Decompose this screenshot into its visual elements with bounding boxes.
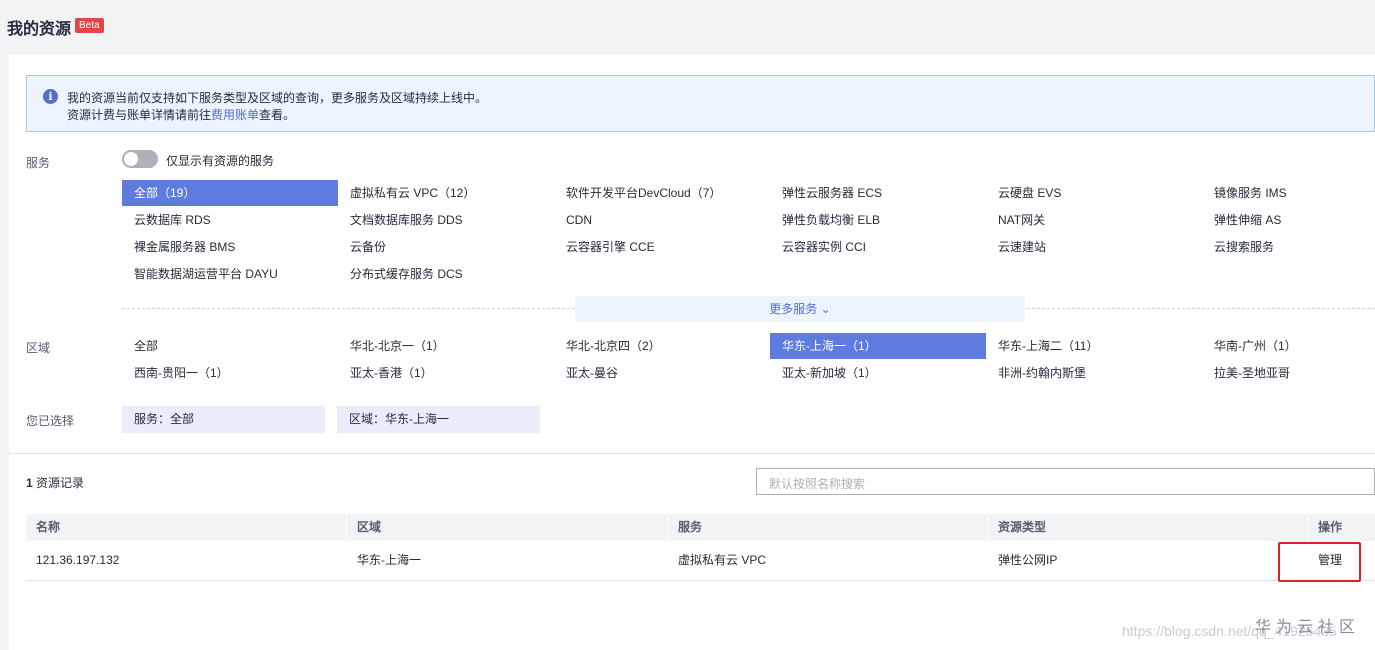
notice-billing-text: 资源计费与账单详情请前往费用账单查看。 <box>67 106 295 123</box>
region-filter-chip[interactable]: 华东-上海二（11） <box>986 333 1202 359</box>
service-filter-chip[interactable]: NAT网关 <box>986 207 1202 233</box>
service-filter-label: 服务 <box>26 156 51 170</box>
service-filter-chip[interactable]: 云容器实例 CCI <box>770 234 986 260</box>
show-with-resources-toggle[interactable] <box>122 150 158 168</box>
selected-service-chip[interactable]: 服务：全部 <box>122 406 325 433</box>
resource-type: 弹性公网IP <box>998 553 1058 567</box>
column-separator <box>667 514 668 541</box>
service-filter-chip[interactable]: 云数据库 RDS <box>122 207 338 233</box>
search-placeholder: 默认按照名称搜索 <box>769 477 866 491</box>
chevron-down-icon: ⌄ <box>820 302 831 316</box>
service-filter-chip[interactable]: 镜像服务 IMS <box>1202 180 1375 206</box>
service-filter-chip[interactable]: 智能数据湖运营平台 DAYU <box>122 261 338 287</box>
service-filter-chip[interactable]: 软件开发平台DevCloud（7） <box>554 180 770 206</box>
column-actions: 操作 <box>1318 520 1343 534</box>
column-region: 区域 <box>357 520 382 534</box>
watermark-brand: 华为云社区 <box>1255 619 1361 636</box>
service-filter-chip[interactable]: 云容器引擎 CCE <box>554 234 770 260</box>
column-resource-type: 资源类型 <box>998 520 1047 534</box>
resource-panel: i 我的资源当前仅支持如下服务类型及区域的查询，更多服务及区域持续上线中。 资源… <box>9 55 1375 650</box>
notice-suffix: 查看。 <box>259 108 296 122</box>
info-icon: i <box>43 89 58 104</box>
service-filter-chip[interactable]: 文档数据库服务 DDS <box>338 207 554 233</box>
selected-filter-label: 您已选择 <box>26 414 75 428</box>
region-filter-chip[interactable]: 华北-北京一（1） <box>338 333 554 359</box>
service-filter-chip[interactable]: 全部（19） <box>122 180 338 206</box>
notice-prefix: 资源计费与账单详情请前往 <box>67 108 212 122</box>
more-services-button[interactable]: 更多服务 ⌄ <box>575 296 1025 322</box>
selected-region-chip[interactable]: 区域：华东-上海一 <box>337 406 540 433</box>
service-filter-chip[interactable]: 虚拟私有云 VPC（12） <box>338 180 554 206</box>
region-filter-chip[interactable]: 华南-广州（1） <box>1202 333 1375 359</box>
service-filter-chip[interactable]: 弹性云服务器 ECS <box>770 180 986 206</box>
column-separator <box>1307 514 1308 541</box>
service-filter-chip[interactable]: 裸金属服务器 BMS <box>122 234 338 260</box>
service-filter-chip[interactable]: 弹性负载均衡 ELB <box>770 207 986 233</box>
region-filter-chip[interactable]: 亚太-曼谷 <box>554 360 770 386</box>
service-filter-chip[interactable]: 云备份 <box>338 234 554 260</box>
highlight-box <box>1278 542 1361 582</box>
resource-name-link[interactable]: 121.36.197.132 <box>36 541 119 580</box>
region-filter-chip[interactable]: 全部 <box>122 333 338 359</box>
service-filter-chip[interactable]: 云速建站 <box>986 234 1202 260</box>
region-filter-chip[interactable]: 西南-贵阳一（1） <box>122 360 338 386</box>
column-service: 服务 <box>678 520 703 534</box>
info-notice: i 我的资源当前仅支持如下服务类型及区域的查询，更多服务及区域持续上线中。 资源… <box>26 75 1375 132</box>
service-filter-chip[interactable]: 云搜索服务 <box>1202 234 1375 260</box>
page-header: 我的资源 Beta <box>0 0 1375 54</box>
notice-text: 我的资源当前仅支持如下服务类型及区域的查询，更多服务及区域持续上线中。 <box>67 91 488 105</box>
record-count-label: 资源记录 <box>32 476 85 490</box>
column-separator <box>987 514 988 541</box>
search-input[interactable]: 默认按照名称搜索 <box>756 468 1375 495</box>
region-filter-chip[interactable]: 亚太-香港（1） <box>338 360 554 386</box>
service-filter-chip[interactable]: 分布式缓存服务 DCS <box>338 261 554 287</box>
toggle-label: 仅显示有资源的服务 <box>166 154 275 168</box>
service-filter-chip[interactable]: 弹性伸缩 AS <box>1202 207 1375 233</box>
region-filter-label: 区域 <box>26 341 51 355</box>
more-services-label: 更多服务 <box>769 302 818 316</box>
section-divider <box>9 453 1375 454</box>
region-filter-chip[interactable]: 华东-上海一（1） <box>770 333 986 359</box>
beta-badge: Beta <box>75 18 104 33</box>
service-filter-chip[interactable]: 云硬盘 EVS <box>986 180 1202 206</box>
record-count-number: 1 <box>26 476 33 490</box>
region-filter-chip[interactable]: 拉美-圣地亚哥 <box>1202 360 1375 386</box>
toggle-knob <box>124 152 138 166</box>
record-count: 1 资源记录 <box>26 474 84 491</box>
billing-link[interactable]: 费用账单 <box>211 108 259 122</box>
resource-region: 华东-上海一 <box>357 553 421 567</box>
table-header: 名称 区域 服务 资源类型 操作 <box>26 514 1375 541</box>
page-title: 我的资源 <box>7 21 72 38</box>
resource-service: 虚拟私有云 VPC <box>678 553 767 567</box>
service-filter-chip[interactable]: CDN <box>554 207 770 233</box>
table-row: 121.36.197.132 华东-上海一 虚拟私有云 VPC 弹性公网IP 管… <box>26 541 1375 581</box>
region-filter-chip[interactable]: 华北-北京四（2） <box>554 333 770 359</box>
column-name: 名称 <box>36 520 61 534</box>
region-filter-chip[interactable]: 非洲-约翰内斯堡 <box>986 360 1202 386</box>
column-separator <box>346 514 347 541</box>
region-filter-chip[interactable]: 亚太-新加坡（1） <box>770 360 986 386</box>
